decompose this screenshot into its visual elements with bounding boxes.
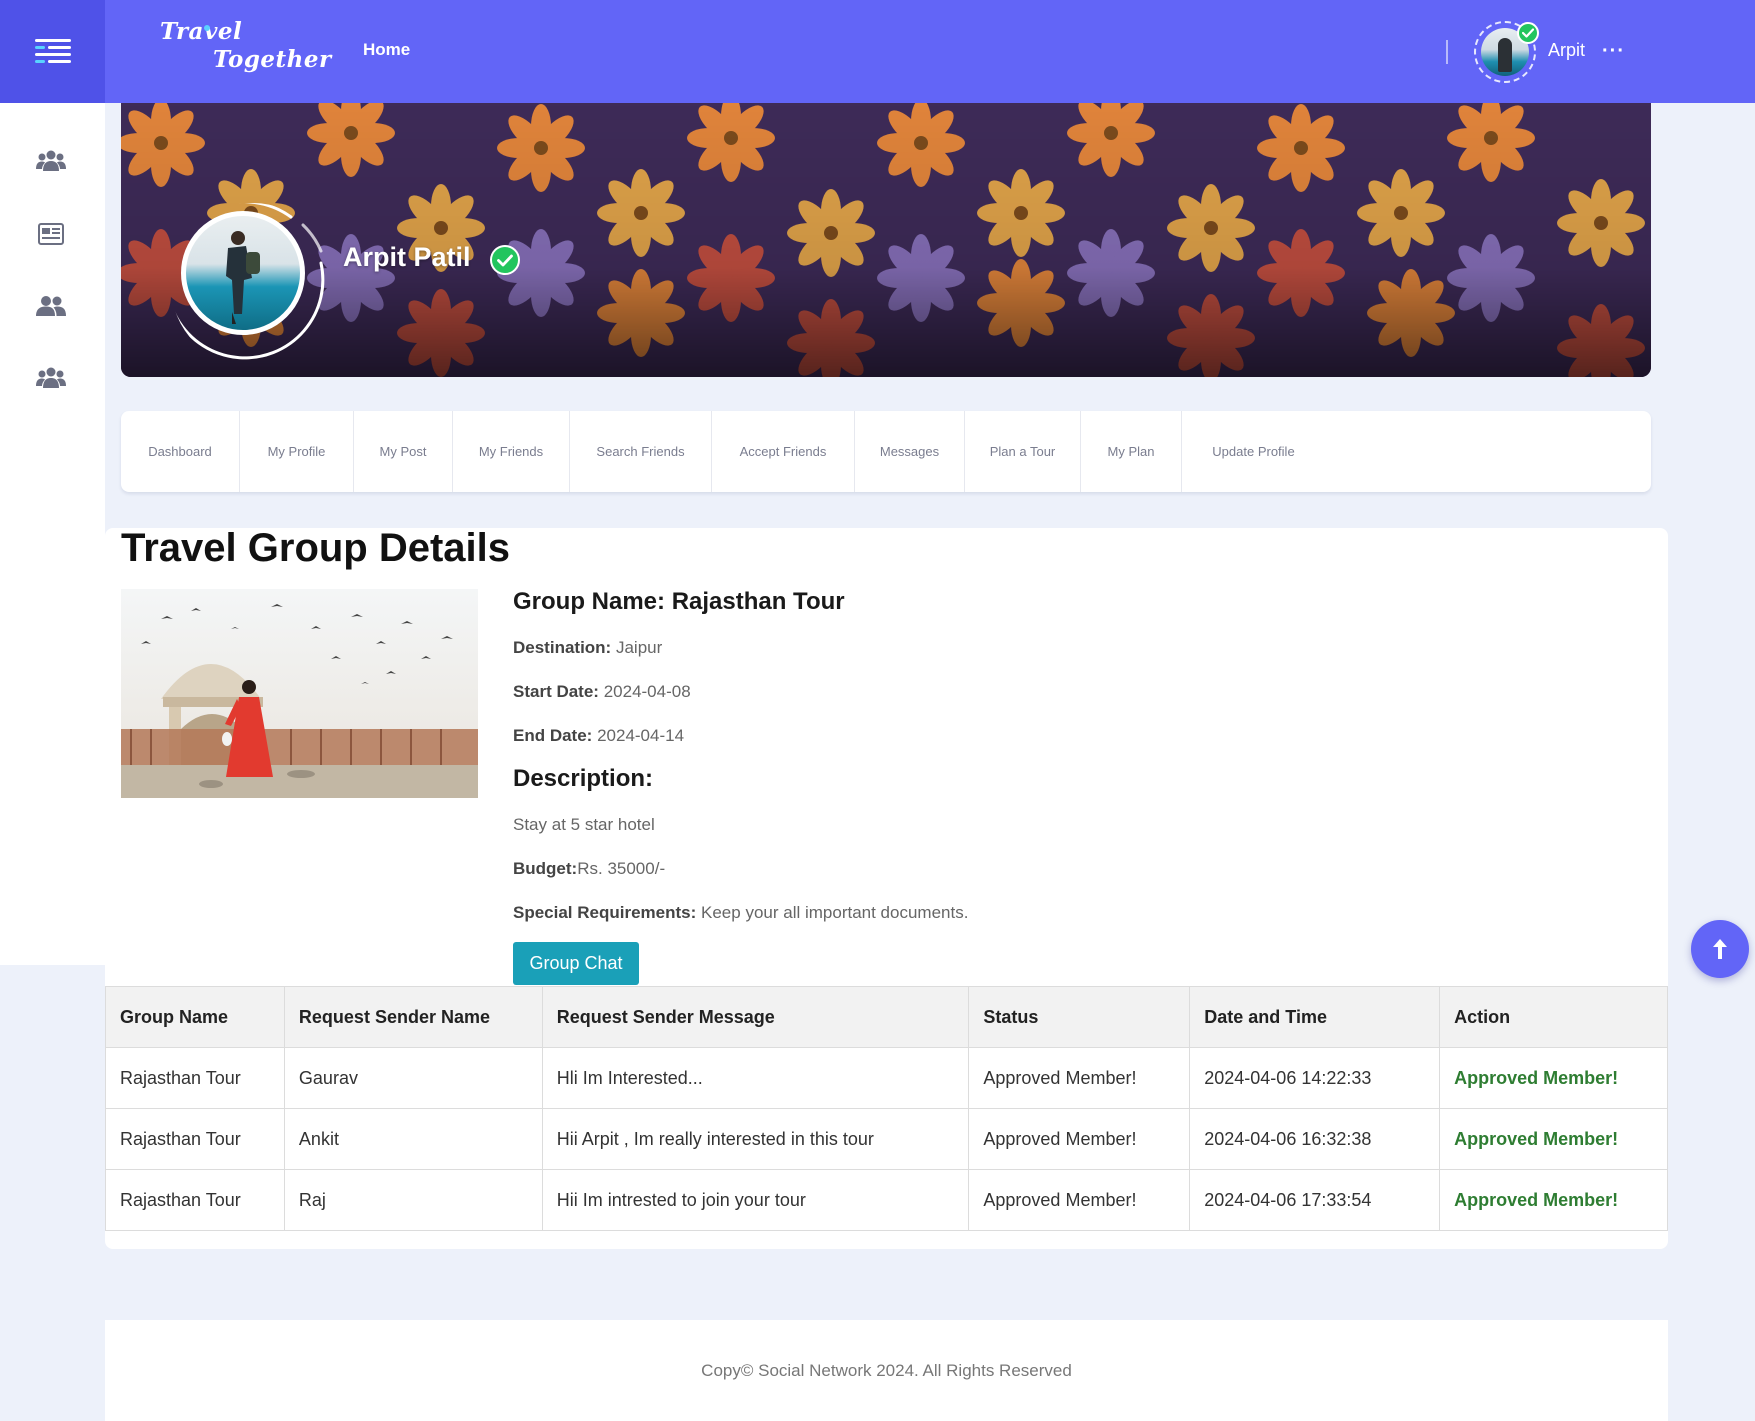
profile-name: Arpit Patil bbox=[343, 242, 471, 272]
tab-update-profile[interactable]: Update Profile bbox=[1182, 411, 1325, 492]
group-name-label: Group Name: bbox=[513, 588, 666, 615]
tab-dashboard[interactable]: Dashboard bbox=[121, 411, 240, 492]
sender-message-cell: Hli Im Interested... bbox=[541, 1047, 970, 1109]
group-name-value: Rajasthan Tour bbox=[671, 588, 845, 615]
column-header: Action bbox=[1439, 986, 1668, 1048]
destination-value: Jaipur bbox=[615, 638, 663, 657]
logo-dot bbox=[204, 25, 210, 31]
group-cover-image bbox=[121, 589, 478, 798]
users-icon[interactable] bbox=[34, 291, 68, 321]
group-name-cell: Rajasthan Tour bbox=[105, 1108, 285, 1170]
tab-my-plan[interactable]: My Plan bbox=[1081, 411, 1182, 492]
tab-plan-a-tour[interactable]: Plan a Tour bbox=[965, 411, 1081, 492]
action-cell: Approved Member! bbox=[1439, 1108, 1668, 1170]
sender-name-cell: Ankit bbox=[283, 1108, 543, 1170]
table-row: Rajasthan Tour Ankit Hii Arpit , Im real… bbox=[105, 1108, 1668, 1170]
column-header: Group Name bbox=[105, 986, 285, 1048]
cover-photo bbox=[121, 103, 1651, 377]
tab-accept-friends[interactable]: Accept Friends bbox=[712, 411, 855, 492]
left-sidebar bbox=[0, 103, 105, 965]
page-footer: Copy© Social Network 2024. All Rights Re… bbox=[105, 1320, 1668, 1421]
arrow-up-icon bbox=[1713, 939, 1727, 959]
special-requirements-line: Special Requirements: Keep your all impo… bbox=[513, 903, 968, 923]
newspaper-icon[interactable] bbox=[34, 219, 68, 249]
tab-my-friends[interactable]: My Friends bbox=[453, 411, 570, 492]
budget-line: Budget:Rs. 35000/- bbox=[513, 859, 665, 879]
header-divider bbox=[1446, 40, 1448, 64]
datetime-cell: 2024-04-06 16:32:38 bbox=[1189, 1108, 1441, 1170]
verified-badge-icon bbox=[490, 245, 520, 275]
profile-tabs: Dashboard My Profile My Post My Friends … bbox=[121, 411, 1651, 492]
destination-label: Destination: bbox=[513, 638, 612, 657]
sender-message-cell: Hii Im intrested to join your tour bbox=[541, 1169, 970, 1231]
group-name-cell: Rajasthan Tour bbox=[105, 1169, 285, 1231]
floral-pattern bbox=[121, 103, 1651, 377]
description-heading: Description: bbox=[513, 765, 654, 792]
scroll-to-top-button[interactable] bbox=[1691, 920, 1749, 978]
budget-label: Budget: bbox=[513, 859, 578, 878]
status-cell: Approved Member! bbox=[968, 1047, 1191, 1109]
group-name-heading: Group Name: Rajasthan Tour bbox=[513, 588, 845, 616]
end-date-line: End Date: 2024-04-14 bbox=[513, 726, 684, 746]
verified-badge-icon bbox=[1517, 22, 1539, 44]
column-header: Request Sender Name bbox=[283, 986, 543, 1048]
tab-my-profile[interactable]: My Profile bbox=[240, 411, 354, 492]
budget-value: Rs. 35000/- bbox=[577, 859, 666, 878]
site-logo[interactable]: Travel Together bbox=[158, 18, 331, 80]
copyright-text: Copy© Social Network 2024. All Rights Re… bbox=[701, 1360, 1072, 1380]
table-row: Rajasthan Tour Gaurav Hli Im Interested.… bbox=[105, 1047, 1668, 1109]
start-date-label: Start Date: bbox=[513, 682, 599, 701]
profile-avatar[interactable] bbox=[181, 211, 305, 335]
top-navbar: Travel Together Home Arpit ··· bbox=[0, 0, 1755, 103]
action-cell: Approved Member! bbox=[1439, 1047, 1668, 1109]
logo-text-line2: Together bbox=[213, 46, 332, 73]
page-title: Travel Group Details bbox=[121, 526, 511, 570]
status-cell: Approved Member! bbox=[968, 1108, 1191, 1170]
status-cell: Approved Member! bbox=[968, 1169, 1191, 1231]
tab-my-post[interactable]: My Post bbox=[354, 411, 453, 492]
datetime-cell: 2024-04-06 14:22:33 bbox=[1189, 1047, 1441, 1109]
groups-icon[interactable] bbox=[34, 363, 68, 393]
special-requirements-value: Keep your all important documents. bbox=[701, 903, 969, 922]
header-user-name[interactable]: Arpit bbox=[1548, 40, 1585, 61]
groups-icon[interactable] bbox=[34, 146, 68, 176]
table-header-row: Group Name Request Sender Name Request S… bbox=[105, 986, 1668, 1048]
end-date-label: End Date: bbox=[513, 726, 593, 745]
menu-toggle-button[interactable] bbox=[0, 0, 105, 103]
table-row: Rajasthan Tour Raj Hii Im intrested to j… bbox=[105, 1169, 1668, 1231]
destination-line: Destination: Jaipur bbox=[513, 638, 662, 658]
special-requirements-label: Special Requirements: bbox=[513, 903, 697, 922]
sender-name-cell: Raj bbox=[283, 1169, 543, 1231]
sender-name-cell: Gaurav bbox=[283, 1047, 543, 1109]
action-cell: Approved Member! bbox=[1439, 1169, 1668, 1231]
column-header: Status bbox=[968, 986, 1191, 1048]
start-date-value: 2024-04-08 bbox=[603, 682, 691, 701]
datetime-cell: 2024-04-06 17:33:54 bbox=[1189, 1169, 1441, 1231]
home-link[interactable]: Home bbox=[363, 40, 410, 60]
end-date-value: 2024-04-14 bbox=[597, 726, 685, 745]
profile-person-image bbox=[226, 231, 260, 324]
column-header: Date and Time bbox=[1189, 986, 1441, 1048]
group-name-cell: Rajasthan Tour bbox=[105, 1047, 285, 1109]
more-options-icon[interactable]: ··· bbox=[1602, 40, 1625, 63]
hamburger-icon bbox=[34, 38, 71, 63]
tab-search-friends[interactable]: Search Friends bbox=[570, 411, 712, 492]
start-date-line: Start Date: 2024-04-08 bbox=[513, 682, 691, 702]
logo-text-line1: Travel bbox=[160, 18, 243, 45]
rajasthan-photo bbox=[121, 589, 478, 798]
sender-message-cell: Hii Arpit , Im really interested in this… bbox=[541, 1108, 970, 1170]
join-requests-table: Group Name Request Sender Name Request S… bbox=[105, 986, 1668, 1231]
column-header: Request Sender Message bbox=[541, 986, 970, 1048]
description-text: Stay at 5 star hotel bbox=[513, 815, 655, 834]
group-chat-button[interactable]: Group Chat bbox=[513, 942, 639, 985]
tab-messages[interactable]: Messages bbox=[855, 411, 965, 492]
